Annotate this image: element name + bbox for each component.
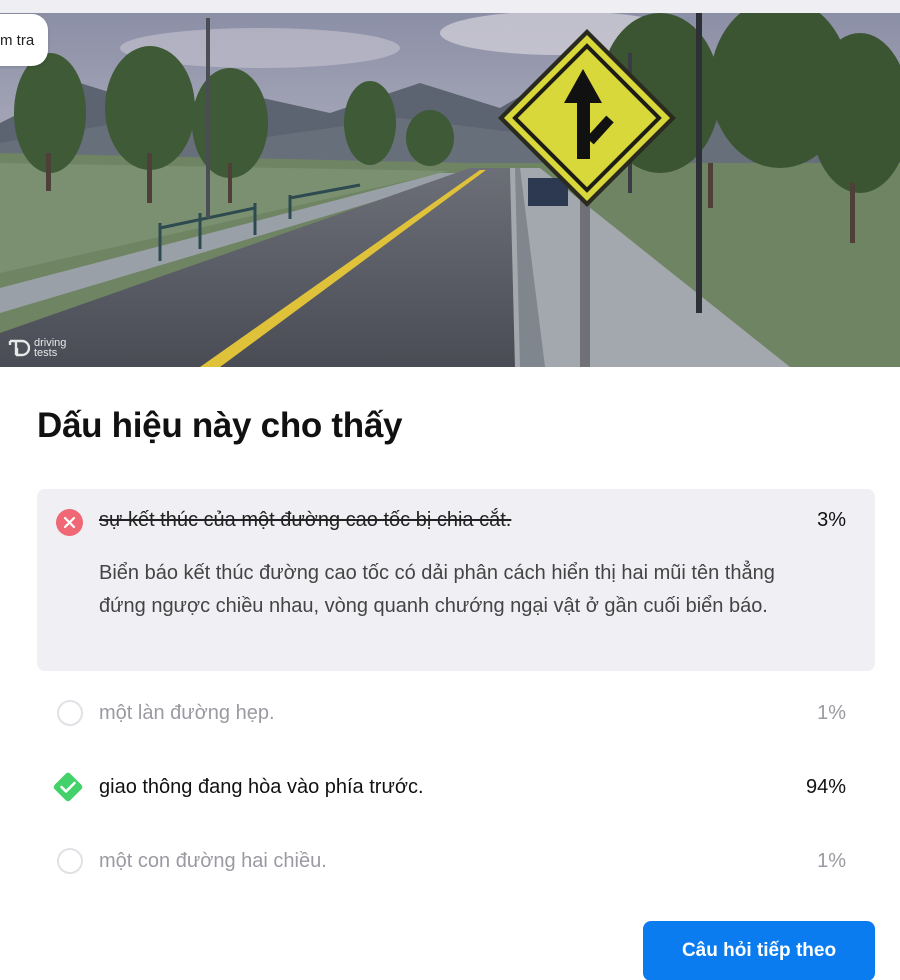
- answer-option-4-percent: 1%: [817, 850, 846, 872]
- answer-option-2-text: một làn đường hẹp.: [99, 702, 275, 724]
- answer-option-1-percent: 3%: [817, 509, 846, 531]
- empty-radio-icon: [57, 700, 83, 726]
- driving-tests-logo-icon: [8, 339, 30, 357]
- driving-tests-watermark: driving tests: [8, 337, 74, 359]
- close-icon: [56, 509, 83, 536]
- answer-option-3-text: giao thông đang hòa vào phía trước.: [99, 776, 424, 798]
- answer-option-4-text: một con đường hai chiều.: [99, 850, 327, 872]
- road-scene-illustration: [0, 13, 900, 367]
- answer-option-3-percent: 94%: [805, 776, 846, 798]
- next-question-button[interactable]: Câu hỏi tiếp theo: [643, 921, 875, 980]
- answer-option-1-text: sự kết thúc của một đường cao tốc bị chi…: [99, 509, 512, 531]
- question-image: driving tests: [0, 13, 900, 367]
- watermark-line-2: tests: [34, 347, 58, 359]
- answer-explanation: Biển báo kết thúc đường cao tốc có dải p…: [99, 562, 775, 617]
- top-strip: [0, 0, 900, 13]
- answer-option-3[interactable]: giao thông đang hòa vào phía trước. 94%: [37, 762, 875, 812]
- answer-option-1[interactable]: sự kết thúc của một đường cao tốc bị chi…: [37, 489, 875, 671]
- watermark-text: driving tests: [34, 338, 74, 359]
- question-title: Dấu hiệu này cho thấy: [37, 406, 403, 445]
- empty-radio-icon: [57, 848, 83, 874]
- exam-mode-label: m tra: [0, 31, 35, 49]
- exam-mode-pill[interactable]: m tra: [0, 14, 49, 66]
- answer-option-2[interactable]: một làn đường hẹp. 1%: [37, 688, 875, 738]
- answer-option-4[interactable]: một con đường hai chiều. 1%: [37, 836, 875, 886]
- check-icon: [50, 769, 86, 810]
- answer-option-2-percent: 1%: [817, 702, 846, 724]
